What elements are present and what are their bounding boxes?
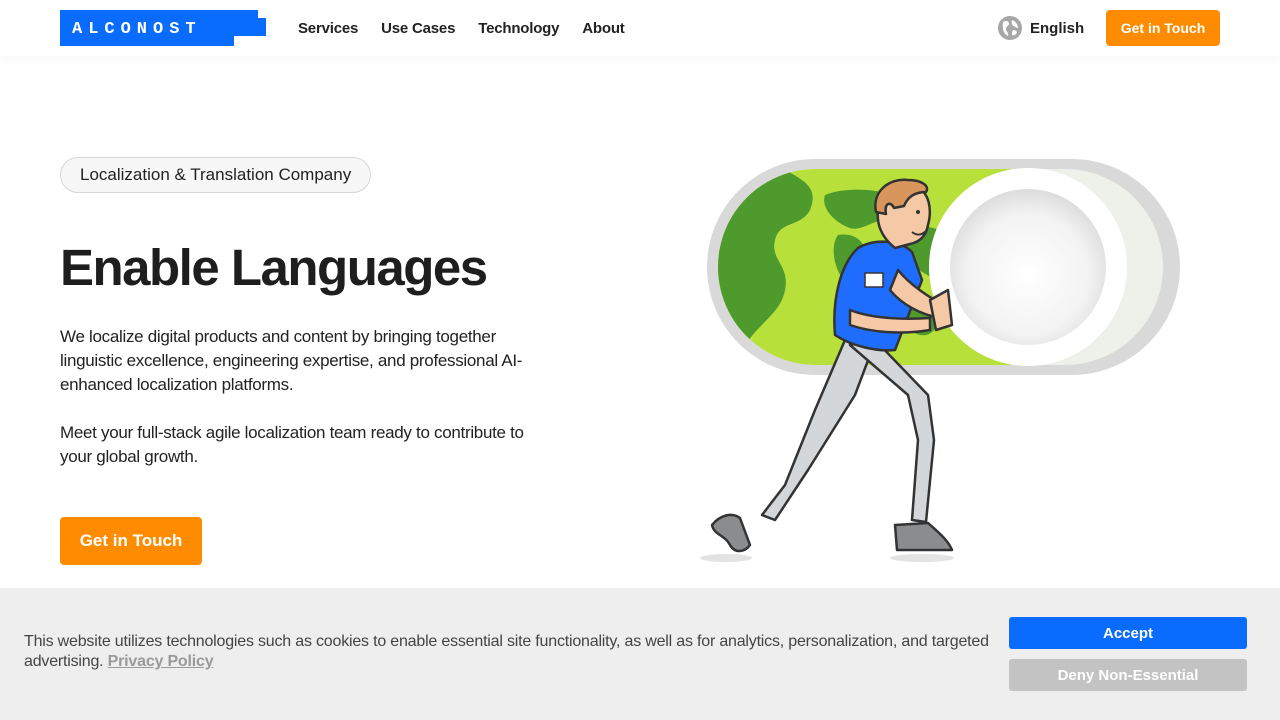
hero-description: We localize digital products and content… (60, 327, 523, 394)
deny-non-essential-button[interactable]: Deny Non-Essential (1009, 659, 1247, 691)
nav-technology[interactable]: Technology (478, 20, 559, 37)
alconost-logo[interactable]: ALCONOST (60, 10, 266, 46)
nav-use-cases[interactable]: Use Cases (381, 20, 455, 37)
language-label: English (1030, 19, 1085, 37)
accept-cookies-button[interactable]: Accept (1009, 617, 1247, 649)
hero-subdescription: Meet your full-stack agile localization … (60, 423, 524, 466)
site-header: ALCONOST Services Use Cases Technology A… (0, 0, 1280, 56)
nav-about[interactable]: About (582, 20, 625, 37)
logo-text: ALCONOST (72, 20, 202, 39)
language-selector[interactable]: English (998, 16, 1084, 40)
main-nav: Services Use Cases Technology About (298, 0, 648, 56)
person-pushing-toggle-illustration (700, 159, 1180, 562)
cookie-text-container: This website utilizes technologies such … (24, 632, 994, 672)
hero-title: Enable Languages (60, 239, 488, 296)
nav-services[interactable]: Services (298, 20, 358, 37)
cookie-banner: This website utilizes technologies such … (0, 588, 1280, 720)
hero-badge: Localization & Translation Company (60, 157, 372, 193)
privacy-policy-link[interactable]: Privacy Policy (108, 653, 214, 670)
hero-get-in-touch-button[interactable]: Get in Touch (60, 517, 202, 565)
globe-icon (998, 16, 1022, 40)
header-get-in-touch-button[interactable]: Get in Touch (1106, 10, 1220, 46)
